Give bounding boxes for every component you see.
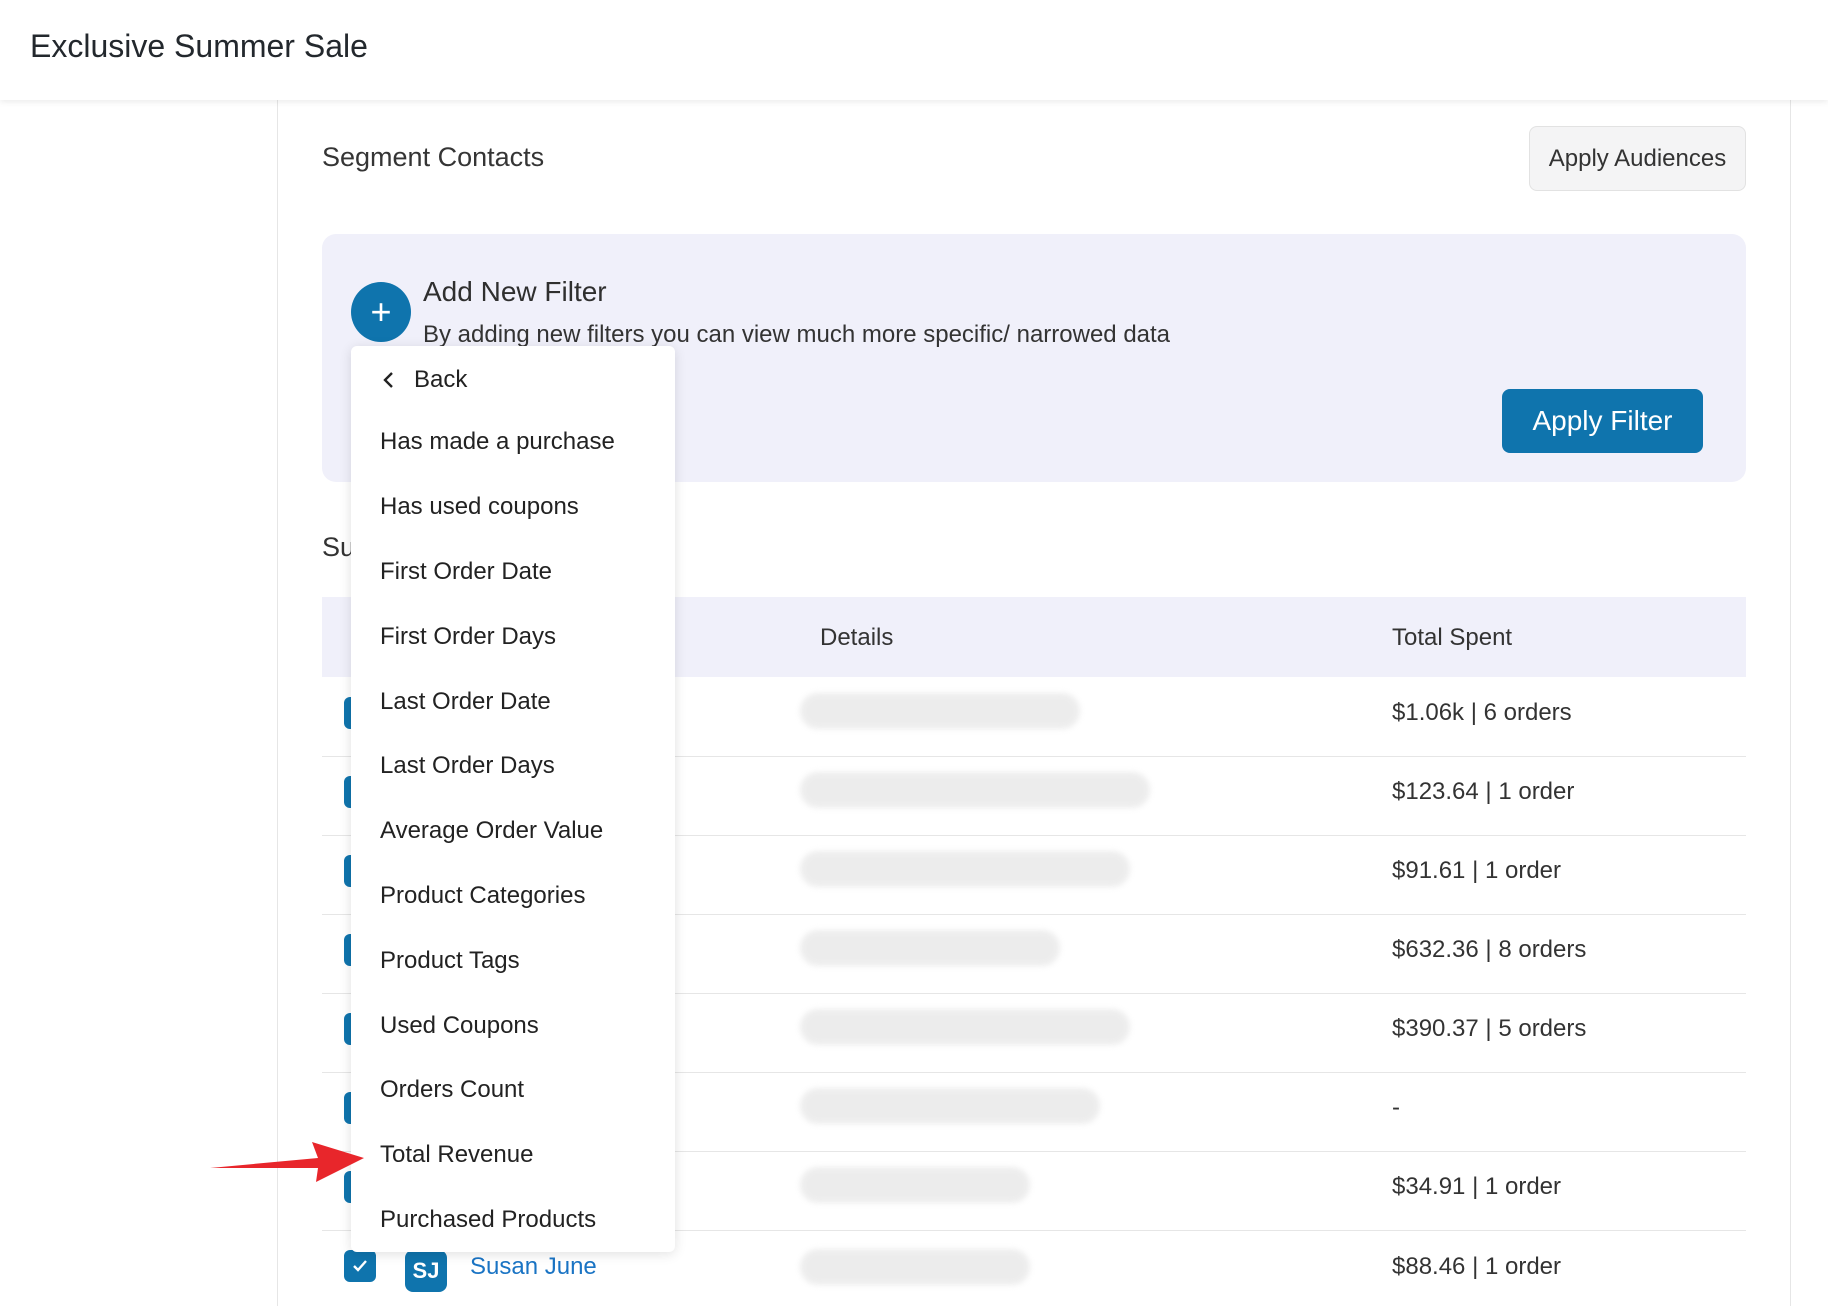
column-header-details: Details: [820, 624, 894, 651]
menu-item-first-order-days[interactable]: First Order Days: [380, 623, 556, 651]
avatar: SJ: [405, 1250, 447, 1292]
menu-item-last-order-date[interactable]: Last Order Date: [380, 688, 551, 716]
contact-name-link[interactable]: Susan June: [470, 1253, 597, 1281]
add-filter-plus-icon[interactable]: +: [351, 282, 411, 342]
row-total-spent: -: [1392, 1094, 1400, 1121]
menu-item-used-coupons[interactable]: Used Coupons: [380, 1012, 539, 1040]
row-total-spent: $91.61 | 1 order: [1392, 857, 1562, 884]
checkmark-icon: [353, 1260, 367, 1272]
row-total-spent: $123.64 | 1 order: [1392, 778, 1575, 805]
row-total-spent: $390.37 | 5 orders: [1392, 1015, 1587, 1042]
menu-item-orders-count[interactable]: Orders Count: [380, 1076, 524, 1104]
menu-item-total-revenue[interactable]: Total Revenue: [380, 1141, 533, 1169]
row-total-spent: $1.06k | 6 orders: [1392, 699, 1572, 726]
blurred-email: [800, 851, 1130, 887]
chevron-left-icon: [383, 372, 393, 388]
segment-contacts-title: Segment Contacts: [322, 142, 545, 172]
back-button[interactable]: Back: [380, 366, 467, 394]
menu-item-average-order-value[interactable]: Average Order Value: [380, 817, 603, 845]
blurred-email: [800, 1088, 1100, 1124]
page-title: Exclusive Summer Sale: [30, 28, 368, 64]
menu-item-product-tags[interactable]: Product Tags: [380, 947, 520, 975]
blurred-email: [800, 1167, 1030, 1203]
blurred-email: [800, 1009, 1130, 1045]
red-arrow-icon: [210, 1142, 364, 1182]
add-filter-title: Add New Filter: [423, 276, 607, 307]
row-total-spent: $88.46 | 1 order: [1392, 1253, 1562, 1280]
blurred-email: [800, 930, 1060, 966]
menu-item-last-order-days[interactable]: Last Order Days: [380, 752, 555, 780]
row-checkbox-checked[interactable]: [344, 1250, 376, 1282]
menu-item-has-made-purchase[interactable]: Has made a purchase: [380, 428, 615, 456]
menu-item-product-categories[interactable]: Product Categories: [380, 882, 585, 910]
filter-options-dropdown: Back Has made a purchase Has used coupon…: [351, 346, 675, 1252]
blurred-email: [800, 1249, 1030, 1285]
column-header-total-spent: Total Spent: [1392, 624, 1513, 651]
menu-item-purchased-products[interactable]: Purchased Products: [380, 1206, 596, 1234]
blurred-email: [800, 772, 1150, 808]
back-label: Back: [414, 366, 468, 393]
apply-audiences-button[interactable]: Apply Audiences: [1529, 126, 1746, 191]
menu-item-first-order-date[interactable]: First Order Date: [380, 558, 552, 586]
row-total-spent: $34.91 | 1 order: [1392, 1173, 1562, 1200]
blurred-email: [800, 693, 1080, 729]
apply-filter-button[interactable]: Apply Filter: [1502, 389, 1703, 453]
menu-item-has-used-coupons[interactable]: Has used coupons: [380, 493, 579, 521]
row-total-spent: $632.36 | 8 orders: [1392, 936, 1587, 963]
top-bar: Exclusive Summer Sale: [0, 0, 1828, 100]
add-filter-subtitle: By adding new filters you can view much …: [423, 321, 1171, 348]
